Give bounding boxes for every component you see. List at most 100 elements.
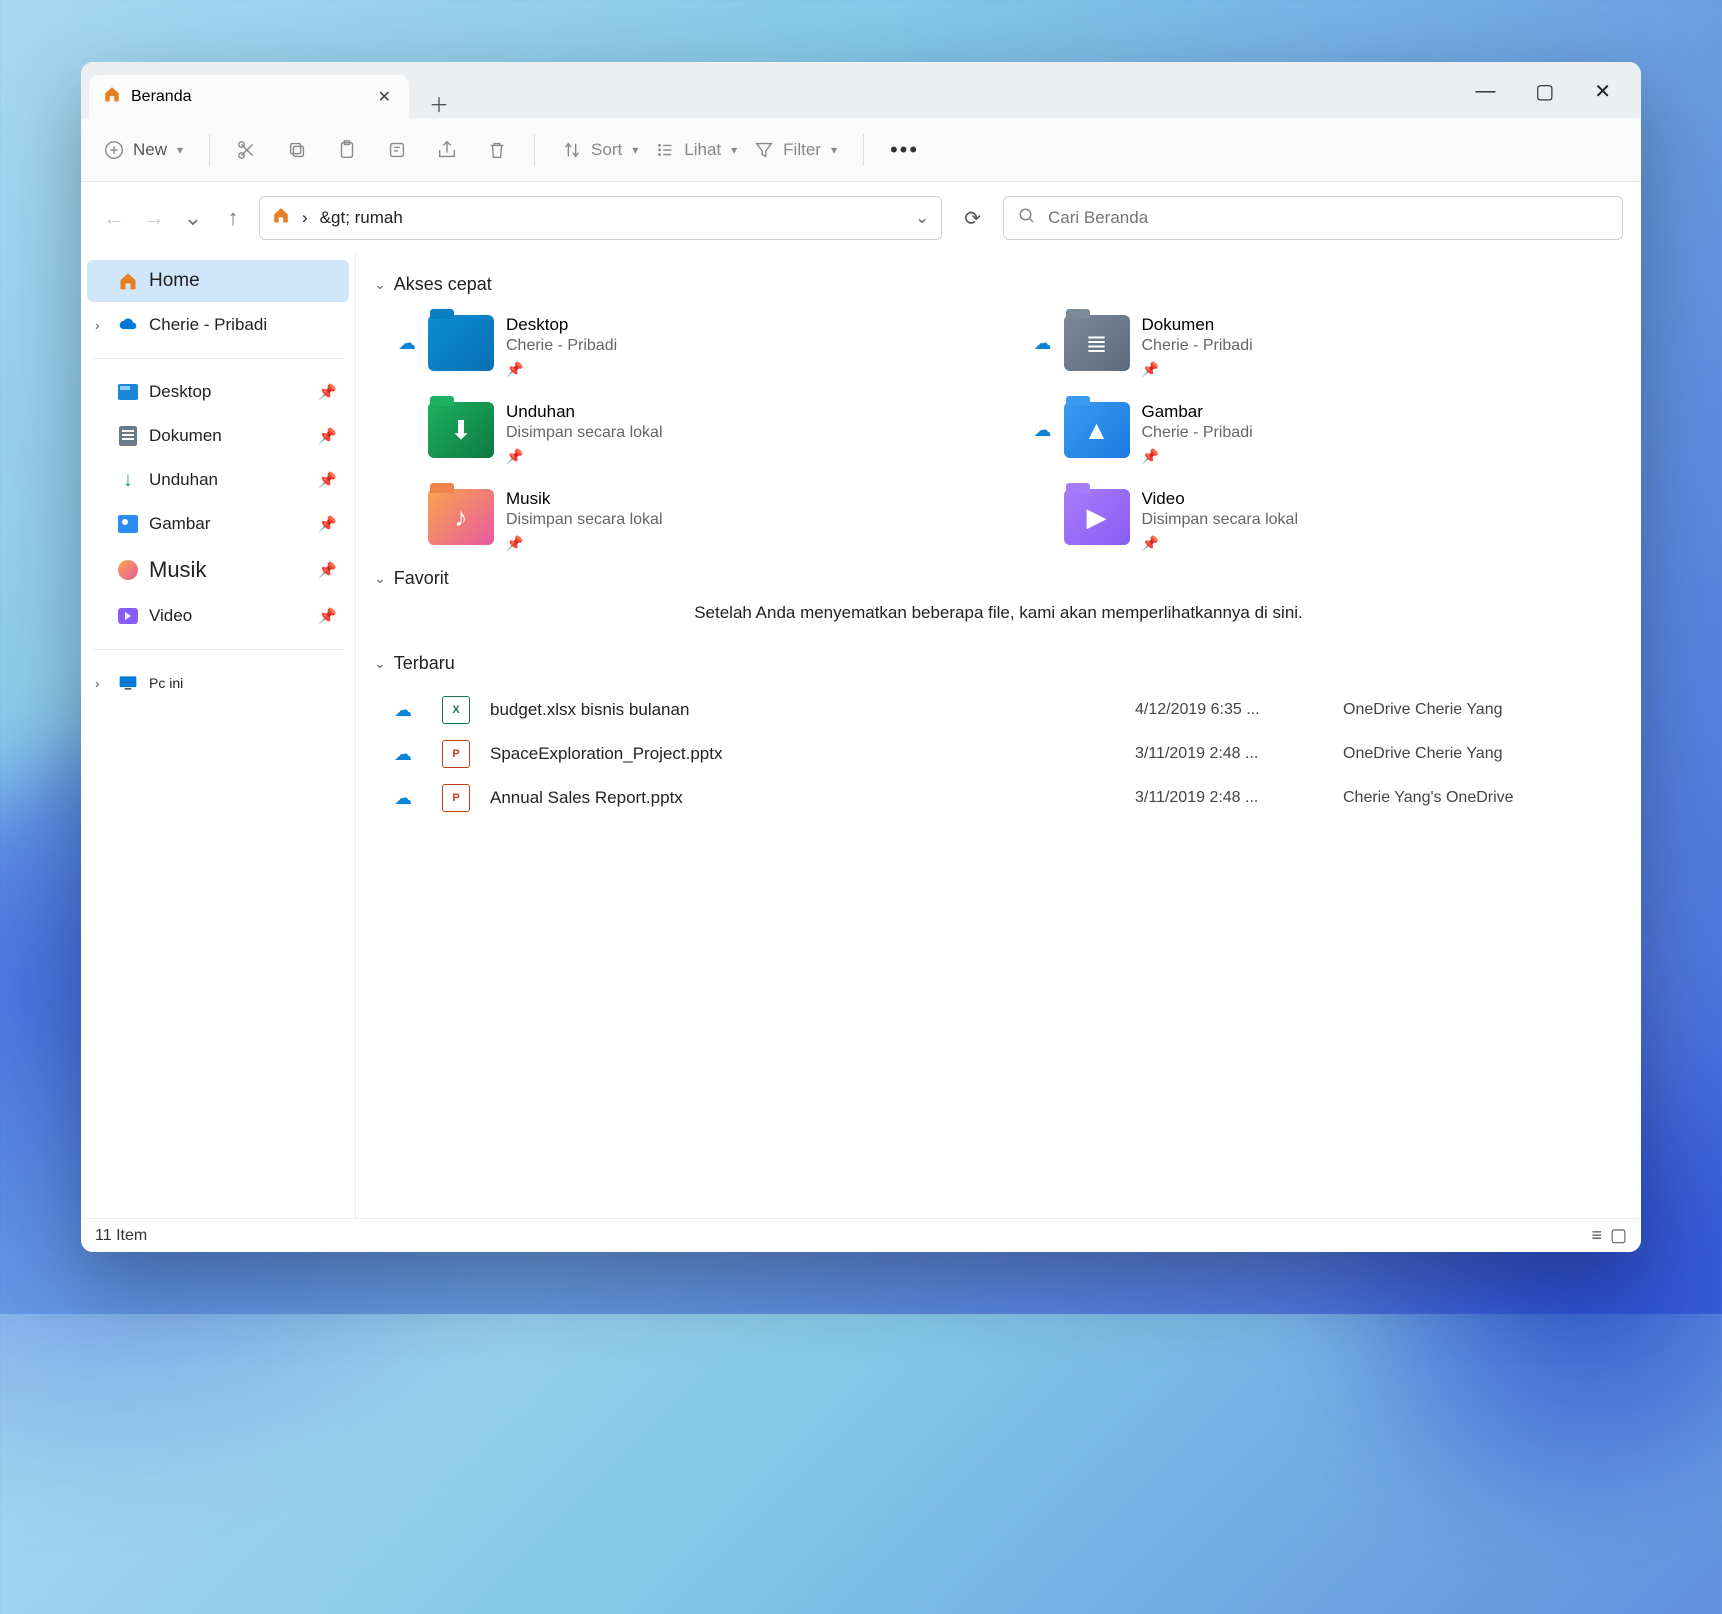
monitor-icon bbox=[117, 672, 139, 694]
quick-item-name: Desktop bbox=[506, 315, 617, 335]
copy-button[interactable] bbox=[282, 135, 312, 165]
quick-item-sub: Cherie - Pribadi bbox=[506, 337, 617, 355]
section-label: Favorit bbox=[394, 568, 449, 589]
download-icon: ↓ bbox=[117, 469, 139, 491]
view-label: Lihat bbox=[684, 140, 721, 160]
refresh-button[interactable]: ⟳ bbox=[954, 206, 991, 231]
new-tab-button[interactable]: ＋ bbox=[409, 89, 469, 118]
rename-button[interactable] bbox=[382, 135, 412, 165]
quick-item-music[interactable]: ☁ ♪ Musik Disimpan secara lokal 📌 bbox=[392, 483, 988, 558]
thumbnails-view-button[interactable]: ▢ bbox=[1610, 1225, 1627, 1246]
section-favorites[interactable]: ⌄ Favorit bbox=[374, 558, 1623, 603]
sidebar-item-onedrive[interactable]: › Cherie - Pribadi bbox=[87, 304, 349, 346]
quick-item-name: Musik bbox=[506, 489, 663, 509]
quick-item-sub: Cherie - Pribadi bbox=[1142, 337, 1253, 355]
file-icon: P bbox=[442, 740, 470, 768]
section-quick-access[interactable]: ⌄ Akses cepat bbox=[374, 264, 1623, 309]
recent-locations-button[interactable]: ⌄ bbox=[179, 201, 207, 235]
sort-button[interactable]: Sort ▾ bbox=[557, 135, 642, 165]
cloud-icon: ☁ bbox=[1034, 333, 1052, 354]
close-button[interactable]: ✕ bbox=[1594, 79, 1611, 104]
recent-item[interactable]: ☁ P Annual Sales Report.pptx 3/11/2019 2… bbox=[374, 776, 1623, 820]
maximize-button[interactable]: ▢ bbox=[1535, 79, 1554, 104]
quick-item-sub: Cherie - Pribadi bbox=[1142, 424, 1253, 442]
pin-icon: 📌 bbox=[1142, 361, 1253, 378]
sidebar-label: Home bbox=[149, 270, 200, 292]
favorites-empty-text: Setelah Anda menyematkan beberapa file, … bbox=[374, 603, 1623, 643]
pin-icon: 📌 bbox=[506, 448, 663, 465]
quick-item-name: Dokumen bbox=[1142, 315, 1253, 335]
search-input[interactable] bbox=[1048, 208, 1608, 228]
up-button[interactable]: ↑ bbox=[219, 201, 247, 235]
recent-item[interactable]: ☁ P SpaceExploration_Project.pptx 3/11/2… bbox=[374, 732, 1623, 776]
share-button[interactable] bbox=[432, 135, 462, 165]
pin-icon: 📌 bbox=[318, 383, 337, 401]
chevron-down-icon: ▾ bbox=[831, 143, 837, 157]
sort-label: Sort bbox=[591, 140, 622, 160]
sidebar-item-music[interactable]: Musik 📌 bbox=[87, 547, 349, 593]
desktop-icon bbox=[117, 381, 139, 403]
folder-icon: ▶ bbox=[1064, 489, 1130, 545]
new-button[interactable]: New ▾ bbox=[99, 135, 187, 165]
folder-icon: ▲ bbox=[1064, 402, 1130, 458]
pin-icon: 📌 bbox=[318, 515, 337, 533]
toolbar: New ▾ Sort ▾ Lihat ▾ Filter ▾ • bbox=[81, 118, 1641, 182]
chevron-down-icon: ▾ bbox=[632, 143, 638, 157]
search-box[interactable] bbox=[1003, 196, 1623, 240]
cloud-icon: ☁ bbox=[394, 788, 434, 809]
back-button[interactable]: ← bbox=[99, 201, 127, 235]
sidebar-item-downloads[interactable]: ↓ Unduhan 📌 bbox=[87, 459, 349, 501]
file-location: OneDrive Cherie Yang bbox=[1343, 701, 1623, 719]
sidebar-item-documents[interactable]: Dokumen 📌 bbox=[87, 415, 349, 457]
sidebar-item-pictures[interactable]: Gambar 📌 bbox=[87, 503, 349, 545]
recent-item[interactable]: ☁ X budget.xlsx bisnis bulanan 4/12/2019… bbox=[374, 688, 1623, 732]
file-name: Annual Sales Report.pptx bbox=[490, 788, 1127, 808]
details-view-button[interactable]: ≡ bbox=[1591, 1225, 1602, 1246]
sidebar-label: Dokumen bbox=[149, 426, 222, 446]
cut-button[interactable] bbox=[232, 135, 262, 165]
more-button[interactable]: ••• bbox=[886, 133, 923, 167]
pin-icon: 📌 bbox=[1142, 448, 1253, 465]
forward-button[interactable]: → bbox=[139, 201, 167, 235]
nav-row: ← → ⌄ ↑ › &gt; rumah ⌄ ⟳ bbox=[81, 182, 1641, 254]
sidebar-item-desktop[interactable]: Desktop 📌 bbox=[87, 371, 349, 413]
quick-item-doc[interactable]: ☁ ≣ Dokumen Cherie - Pribadi 📌 bbox=[1028, 309, 1624, 384]
quick-item-desktop[interactable]: ☁ Desktop Cherie - Pribadi 📌 bbox=[392, 309, 988, 384]
quick-access-grid: ☁ Desktop Cherie - Pribadi 📌 ☁ ≣ Dokumen… bbox=[374, 309, 1623, 558]
quick-item-dl[interactable]: ☁ ⬇ Unduhan Disimpan secara lokal 📌 bbox=[392, 396, 988, 471]
tab-close-button[interactable]: ✕ bbox=[378, 87, 391, 107]
file-location: Cherie Yang's OneDrive bbox=[1343, 789, 1623, 807]
view-button[interactable]: Lihat ▾ bbox=[650, 135, 741, 165]
sidebar-item-video[interactable]: Video 📌 bbox=[87, 595, 349, 637]
section-label: Terbaru bbox=[394, 653, 455, 674]
document-icon bbox=[117, 425, 139, 447]
item-count: 11 bbox=[95, 1227, 112, 1245]
sidebar-label: Video bbox=[149, 606, 192, 626]
address-dropdown-button[interactable]: ⌄ bbox=[915, 208, 929, 228]
tab-home[interactable]: Beranda ✕ bbox=[89, 75, 409, 118]
section-recent[interactable]: ⌄ Terbaru bbox=[374, 643, 1623, 688]
sidebar-item-thispc[interactable]: › Pc ini bbox=[87, 662, 349, 704]
expand-icon[interactable]: › bbox=[95, 317, 100, 333]
expand-icon[interactable]: › bbox=[95, 675, 100, 691]
address-bar[interactable]: › &gt; rumah ⌄ bbox=[259, 196, 942, 240]
filter-button[interactable]: Filter ▾ bbox=[749, 135, 841, 165]
music-icon bbox=[117, 559, 139, 581]
delete-button[interactable] bbox=[482, 135, 512, 165]
sidebar-label: Gambar bbox=[149, 514, 210, 534]
quick-item-pic[interactable]: ☁ ▲ Gambar Cherie - Pribadi 📌 bbox=[1028, 396, 1624, 471]
chevron-down-icon: ⌄ bbox=[374, 276, 386, 293]
pin-icon: 📌 bbox=[318, 607, 337, 625]
minimize-button[interactable]: — bbox=[1475, 80, 1495, 103]
video-icon bbox=[117, 605, 139, 627]
chevron-down-icon: ⌄ bbox=[374, 655, 386, 672]
filter-label: Filter bbox=[783, 140, 821, 160]
sidebar-item-home[interactable]: Home bbox=[87, 260, 349, 302]
paste-button[interactable] bbox=[332, 135, 362, 165]
chevron-down-icon: ▾ bbox=[177, 143, 183, 157]
folder-icon bbox=[428, 315, 494, 371]
home-icon bbox=[272, 206, 290, 230]
sidebar-label: Musik bbox=[149, 557, 206, 583]
quick-item-video[interactable]: ☁ ▶ Video Disimpan secara lokal 📌 bbox=[1028, 483, 1624, 558]
pictures-icon bbox=[117, 513, 139, 535]
